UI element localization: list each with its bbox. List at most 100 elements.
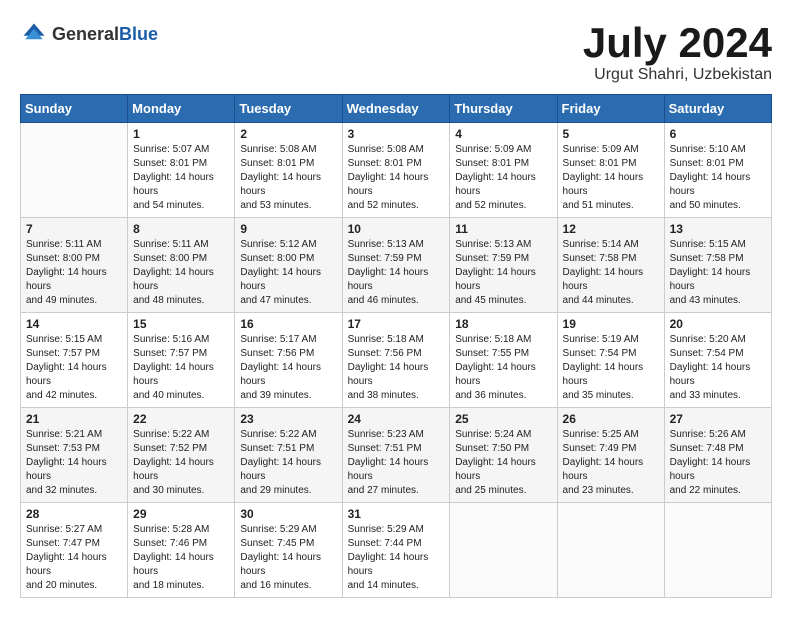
calendar-cell: 27 Sunrise: 5:26 AMSunset: 7:48 PMDayligh…: [664, 408, 771, 503]
calendar-week-row: 28Sunrise: 5:27 AMSunset: 7:47 PMDayligh…: [21, 503, 772, 598]
day-info: Sunrise: 5:13 AMSunset: 7:59 PMDaylight:…: [455, 238, 551, 308]
day-number: 3: [348, 127, 445, 141]
day-number: 9: [240, 222, 336, 236]
day-info: Sunrise: 5:08 AMSunset: 8:01 PMDaylight:…: [240, 143, 336, 213]
calendar-cell: 15 Sunrise: 5:16 AMSunset: 7:57 PMDayligh…: [128, 313, 235, 408]
day-info: Sunrise: 5:14 AMSunset: 7:58 PMDaylight:…: [563, 238, 659, 308]
day-number: 10: [348, 222, 445, 236]
day-number: 12: [563, 222, 659, 236]
day-number: 1: [133, 127, 229, 141]
calendar-cell: 29 Sunrise: 5:28 AMSunset: 7:46 PMDayligh…: [128, 503, 235, 598]
day-number: 27: [670, 412, 766, 426]
day-number: 21: [26, 412, 122, 426]
day-number: 25: [455, 412, 551, 426]
calendar-table: SundayMondayTuesdayWednesdayThursdayFrid…: [20, 94, 772, 598]
logo-icon: [20, 20, 48, 48]
calendar-cell: 5Sunrise: 5:09 AMSunset: 8:01 PMDaylight…: [557, 123, 664, 218]
day-header-thursday: Thursday: [450, 95, 557, 123]
logo-text: GeneralBlue: [52, 24, 158, 45]
day-info: Sunrise: 5:28 AMSunset: 7:46 PMDaylight:…: [133, 523, 229, 593]
calendar-cell: 23Sunrise: 5:22 AMSunset: 7:51 PMDayligh…: [235, 408, 342, 503]
calendar-cell: 19 Sunrise: 5:19 AMSunset: 7:54 PMDayligh…: [557, 313, 664, 408]
day-header-saturday: Saturday: [664, 95, 771, 123]
day-info: Sunrise: 5:27 AMSunset: 7:47 PMDaylight:…: [26, 523, 122, 593]
calendar-week-row: 1 Sunrise: 5:07 AMSunset: 8:01 PMDaylight…: [21, 123, 772, 218]
calendar-cell: 9 Sunrise: 5:12 AMSunset: 8:00 PMDaylight…: [235, 218, 342, 313]
logo-general: General: [52, 24, 119, 44]
day-number: 2: [240, 127, 336, 141]
day-number: 16: [240, 317, 336, 331]
day-info: Sunrise: 5:13 AMSunset: 7:59 PMDaylight:…: [348, 238, 445, 308]
day-number: 13: [670, 222, 766, 236]
calendar-cell: 25 Sunrise: 5:24 AMSunset: 7:50 PMDayligh…: [450, 408, 557, 503]
location: Urgut Shahri, Uzbekistan: [583, 66, 772, 84]
calendar-cell: 26 Sunrise: 5:25 AMSunset: 7:49 PMDayligh…: [557, 408, 664, 503]
calendar-week-row: 7 Sunrise: 5:11 AMSunset: 8:00 PMDaylight…: [21, 218, 772, 313]
calendar-cell: 7 Sunrise: 5:11 AMSunset: 8:00 PMDaylight…: [21, 218, 128, 313]
day-header-tuesday: Tuesday: [235, 95, 342, 123]
day-info: Sunrise: 5:09 AMSunset: 8:01 PMDaylight:…: [563, 143, 659, 213]
day-info: Sunrise: 5:15 AMSunset: 7:58 PMDaylight:…: [670, 238, 766, 308]
calendar-cell: 14 Sunrise: 5:15 AMSunset: 7:57 PMDayligh…: [21, 313, 128, 408]
day-info: Sunrise: 5:17 AMSunset: 7:56 PMDaylight:…: [240, 333, 336, 403]
calendar-header-row: SundayMondayTuesdayWednesdayThursdayFrid…: [21, 95, 772, 123]
day-info: Sunrise: 5:11 AMSunset: 8:00 PMDaylight:…: [133, 238, 229, 308]
calendar-cell: 3Sunrise: 5:08 AMSunset: 8:01 PMDaylight…: [342, 123, 450, 218]
calendar-cell: [557, 503, 664, 598]
day-info: Sunrise: 5:16 AMSunset: 7:57 PMDaylight:…: [133, 333, 229, 403]
day-number: 17: [348, 317, 445, 331]
calendar-week-row: 14 Sunrise: 5:15 AMSunset: 7:57 PMDayligh…: [21, 313, 772, 408]
day-info: Sunrise: 5:29 AMSunset: 7:44 PMDaylight:…: [348, 523, 445, 593]
day-info: Sunrise: 5:21 AMSunset: 7:53 PMDaylight:…: [26, 428, 122, 498]
day-number: 31: [348, 507, 445, 521]
calendar-cell: 22Sunrise: 5:22 AMSunset: 7:52 PMDayligh…: [128, 408, 235, 503]
month-title: July 2024: [583, 20, 772, 66]
day-number: 15: [133, 317, 229, 331]
day-number: 8: [133, 222, 229, 236]
day-info: Sunrise: 5:11 AMSunset: 8:00 PMDaylight:…: [26, 238, 122, 308]
day-number: 30: [240, 507, 336, 521]
day-number: 11: [455, 222, 551, 236]
calendar-cell: 31 Sunrise: 5:29 AMSunset: 7:44 PMDayligh…: [342, 503, 450, 598]
day-header-monday: Monday: [128, 95, 235, 123]
calendar-cell: 2 Sunrise: 5:08 AMSunset: 8:01 PMDaylight…: [235, 123, 342, 218]
calendar-cell: 11 Sunrise: 5:13 AMSunset: 7:59 PMDayligh…: [450, 218, 557, 313]
logo: GeneralBlue: [20, 20, 158, 48]
day-info: Sunrise: 5:22 AMSunset: 7:52 PMDaylight:…: [133, 428, 229, 498]
day-info: Sunrise: 5:19 AMSunset: 7:54 PMDaylight:…: [563, 333, 659, 403]
day-info: Sunrise: 5:22 AMSunset: 7:51 PMDaylight:…: [240, 428, 336, 498]
calendar-cell: [664, 503, 771, 598]
day-number: 24: [348, 412, 445, 426]
calendar-cell: 30 Sunrise: 5:29 AMSunset: 7:45 PMDayligh…: [235, 503, 342, 598]
day-header-wednesday: Wednesday: [342, 95, 450, 123]
title-block: July 2024 Urgut Shahri, Uzbekistan: [583, 20, 772, 84]
day-info: Sunrise: 5:26 AMSunset: 7:48 PMDaylight:…: [670, 428, 766, 498]
day-info: Sunrise: 5:25 AMSunset: 7:49 PMDaylight:…: [563, 428, 659, 498]
day-number: 7: [26, 222, 122, 236]
day-info: Sunrise: 5:09 AMSunset: 8:01 PMDaylight:…: [455, 143, 551, 213]
day-number: 18: [455, 317, 551, 331]
day-header-friday: Friday: [557, 95, 664, 123]
day-info: Sunrise: 5:24 AMSunset: 7:50 PMDaylight:…: [455, 428, 551, 498]
calendar-cell: 18 Sunrise: 5:18 AMSunset: 7:55 PMDayligh…: [450, 313, 557, 408]
day-info: Sunrise: 5:12 AMSunset: 8:00 PMDaylight:…: [240, 238, 336, 308]
calendar-cell: 24 Sunrise: 5:23 AMSunset: 7:51 PMDayligh…: [342, 408, 450, 503]
day-info: Sunrise: 5:23 AMSunset: 7:51 PMDaylight:…: [348, 428, 445, 498]
day-info: Sunrise: 5:07 AMSunset: 8:01 PMDaylight:…: [133, 143, 229, 213]
logo-blue: Blue: [119, 24, 158, 44]
day-info: Sunrise: 5:29 AMSunset: 7:45 PMDaylight:…: [240, 523, 336, 593]
day-number: 14: [26, 317, 122, 331]
day-info: Sunrise: 5:18 AMSunset: 7:55 PMDaylight:…: [455, 333, 551, 403]
day-number: 29: [133, 507, 229, 521]
day-header-sunday: Sunday: [21, 95, 128, 123]
calendar-cell: 1 Sunrise: 5:07 AMSunset: 8:01 PMDaylight…: [128, 123, 235, 218]
calendar-cell: 16 Sunrise: 5:17 AMSunset: 7:56 PMDayligh…: [235, 313, 342, 408]
day-info: Sunrise: 5:20 AMSunset: 7:54 PMDaylight:…: [670, 333, 766, 403]
day-number: 26: [563, 412, 659, 426]
calendar-cell: [21, 123, 128, 218]
day-info: Sunrise: 5:15 AMSunset: 7:57 PMDaylight:…: [26, 333, 122, 403]
calendar-cell: 10 Sunrise: 5:13 AMSunset: 7:59 PMDayligh…: [342, 218, 450, 313]
day-number: 19: [563, 317, 659, 331]
calendar-cell: 4Sunrise: 5:09 AMSunset: 8:01 PMDaylight…: [450, 123, 557, 218]
calendar-week-row: 21 Sunrise: 5:21 AMSunset: 7:53 PMDayligh…: [21, 408, 772, 503]
